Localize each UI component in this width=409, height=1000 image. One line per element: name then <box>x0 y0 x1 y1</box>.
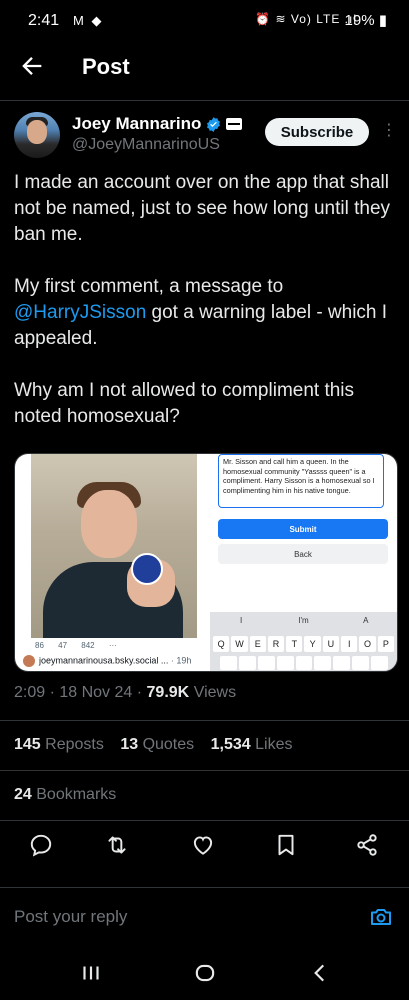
bookmarks-count: 24 <box>14 786 32 803</box>
battery-level: 19% <box>344 12 375 29</box>
reposts-count: 145 <box>14 736 41 753</box>
suggestion: I <box>240 616 243 625</box>
key: R <box>267 636 285 652</box>
likes-count: 1,534 <box>210 736 251 753</box>
keyboard-suggestions: I I'm A <box>210 616 397 625</box>
keyboard-row <box>220 656 389 670</box>
mention-link[interactable]: @HarryJSisson <box>14 302 146 323</box>
source-time: · 19h <box>170 655 192 666</box>
key: U <box>322 636 340 652</box>
bookmark-icon[interactable] <box>273 832 299 858</box>
media-image-1[interactable]: 86 47 842 ··· joeymannarinousa.bsky.soci… <box>15 454 210 671</box>
appeal-textarea: Mr. Sisson and call him a queen. In the … <box>218 454 384 508</box>
media-attachment[interactable]: 86 47 842 ··· joeymannarinousa.bsky.soci… <box>14 453 398 672</box>
page-title: Post <box>82 54 130 79</box>
embedded-post-stats: 86 47 842 ··· <box>35 641 117 650</box>
repost-icon[interactable] <box>104 832 130 858</box>
recent-apps-icon[interactable] <box>78 960 104 986</box>
post-header: Post <box>0 48 409 90</box>
divider <box>0 770 409 771</box>
notification-icons: M ◆ <box>73 13 104 28</box>
system-back-icon[interactable] <box>307 960 333 986</box>
likes-link[interactable]: 1,534 Likes <box>211 736 293 753</box>
header-divider <box>0 100 409 101</box>
author-handle: @JoeyMannarinoUS <box>72 136 220 153</box>
keyboard: I I'm A Q W E R T Y U I O P <box>210 612 397 671</box>
suggestion: A <box>363 616 369 625</box>
appeal-submit-button: Submit <box>218 519 388 539</box>
key: I <box>341 636 358 652</box>
post-timestamp: 2:09 · 18 Nov 24 · <box>14 684 143 701</box>
camera-icon[interactable] <box>369 905 393 929</box>
reply-icon[interactable] <box>28 832 54 858</box>
embedded-post-source: joeymannarinousa.bsky.social ... · 19h <box>23 655 191 667</box>
key: O <box>359 636 376 652</box>
tweet-paragraph-3: Why am I not allowed to compliment this … <box>14 380 355 427</box>
profile-photo <box>31 454 197 638</box>
back-arrow-icon[interactable] <box>18 52 46 80</box>
mini-avatar-icon <box>23 655 35 667</box>
media-image-2[interactable]: Mr. Sisson and call him a queen. In the … <box>210 454 397 671</box>
post-meta: 2:09 · 18 Nov 24 · 79.9K Views <box>14 684 236 702</box>
key: P <box>377 636 394 652</box>
bookmarks-label: Bookmarks <box>36 786 117 803</box>
status-bar: 2:41 M ◆ ⏰ ≋ Vo) LTE .ıl 19% ▮ <box>0 0 409 44</box>
quotes-link[interactable]: 13 Quotes <box>120 736 194 753</box>
verified-badge-icon <box>207 117 220 132</box>
key: Q <box>213 636 230 652</box>
key: E <box>249 636 266 652</box>
tweet-paragraph-1: I made an account over on the app that s… <box>14 172 391 245</box>
source-handle: joeymannarinousa.bsky.social ... <box>39 655 169 666</box>
reposts-label: Reposts <box>45 736 104 753</box>
subscribe-button[interactable]: Subscribe <box>265 118 369 146</box>
bookmarks-link[interactable]: 24 Bookmarks <box>14 786 116 804</box>
author-name[interactable]: Joey Mannarino <box>72 114 201 134</box>
share-icon[interactable] <box>354 832 380 858</box>
tweet-paragraph-2: My first comment, a message to @HarryJSi… <box>14 274 399 352</box>
voted-pin-icon <box>131 553 163 585</box>
key: W <box>231 636 248 652</box>
battery-icon: 19% ▮ <box>344 12 387 29</box>
appeal-back-button: Back <box>218 544 388 564</box>
divider <box>0 720 409 721</box>
status-time: 2:41 <box>28 12 60 29</box>
avatar[interactable] <box>14 112 60 158</box>
quotes-count: 13 <box>120 736 139 753</box>
suggestion: I'm <box>298 616 309 625</box>
quotes-label: Quotes <box>142 736 195 753</box>
views-count: 79.9K <box>146 684 190 701</box>
views-label: Views <box>193 684 237 701</box>
connectivity-icons: ⏰ ≋ Vo) LTE .ıl <box>255 12 357 26</box>
engagement-counts: 145 Reposts 13 Quotes 1,534 Likes <box>14 736 292 754</box>
system-nav-bar <box>0 946 409 1000</box>
tweet-text-fragment: My first comment, a message to <box>14 276 284 297</box>
affiliate-badge-icon <box>226 118 242 130</box>
key: Y <box>304 636 321 652</box>
reposts-link[interactable]: 145 Reposts <box>14 736 104 753</box>
key: T <box>286 636 303 652</box>
reply-input[interactable]: Post your reply <box>14 907 127 927</box>
keyboard-row: Q W E R T Y U I O P <box>213 636 394 652</box>
action-bar <box>0 832 409 862</box>
home-icon[interactable] <box>192 960 218 986</box>
more-options-icon[interactable]: ⋮ <box>381 120 397 140</box>
divider <box>0 820 409 821</box>
divider <box>0 887 409 888</box>
like-heart-icon[interactable] <box>190 832 216 858</box>
tweet-text: I made an account over on the app that s… <box>14 170 399 456</box>
likes-label: Likes <box>255 736 293 753</box>
